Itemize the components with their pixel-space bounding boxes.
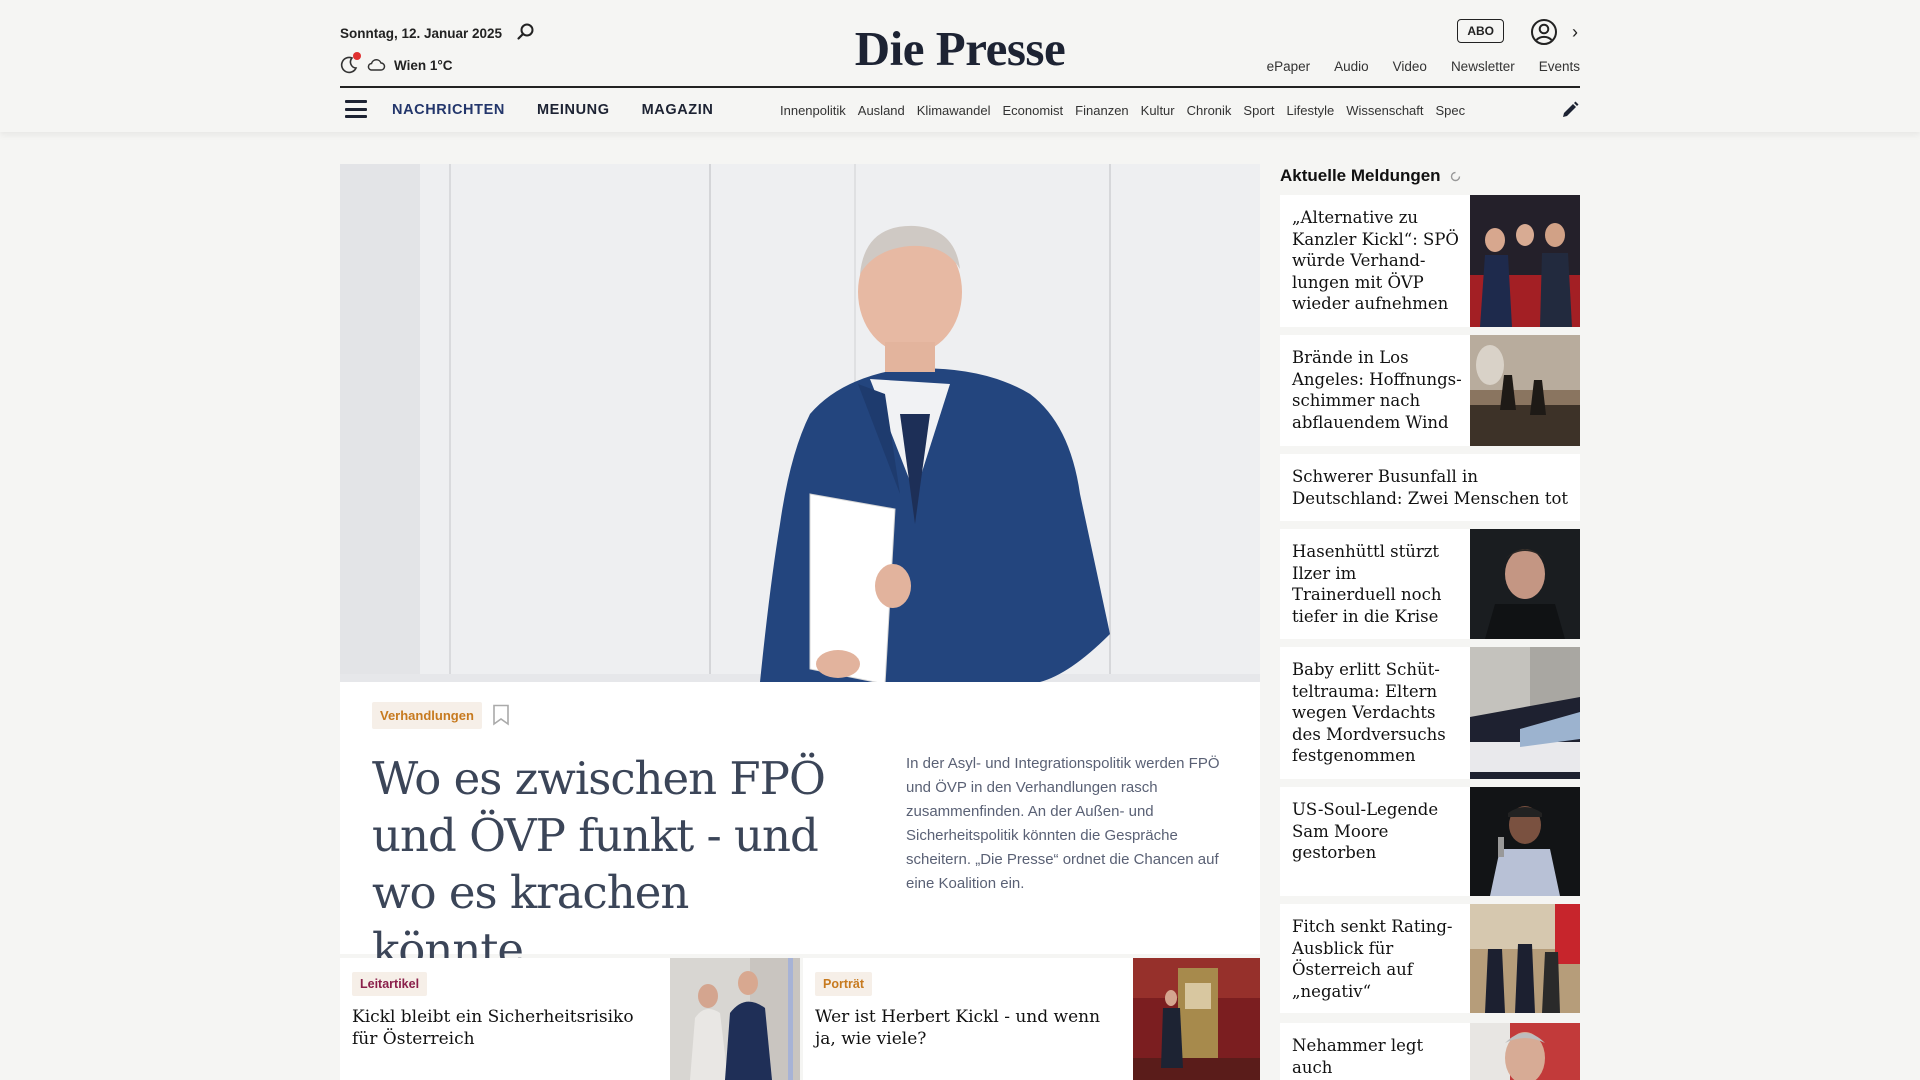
nav-lifestyle[interactable]: Lifestyle	[1287, 103, 1335, 118]
news-headline[interactable]: Schwerer Busunfall in Deutschland: Zwei …	[1292, 466, 1572, 509]
link-epaper[interactable]: ePaper	[1267, 59, 1311, 74]
latest-news-heading: Aktuelle Meldungen	[1280, 166, 1462, 186]
nav-klimawandel[interactable]: Klimawandel	[917, 103, 991, 118]
link-newsletter[interactable]: Newsletter	[1451, 59, 1515, 74]
top-links: ePaper Audio Video Newsletter Events	[1267, 59, 1580, 74]
nav-fade-overlay	[1500, 96, 1540, 126]
card-thumbnail[interactable]	[1133, 958, 1260, 1080]
nav-ausland[interactable]: Ausland	[858, 103, 905, 118]
nav-magazin[interactable]: MAGAZIN	[642, 102, 714, 118]
nav-kultur[interactable]: Kultur	[1141, 103, 1175, 118]
card-category-tag[interactable]: Porträt	[815, 972, 872, 996]
nav-nachrichten[interactable]: NACHRICHTEN	[392, 102, 505, 118]
latest-news-title: Aktuelle Meldungen	[1280, 166, 1441, 185]
list-item[interactable]: Nehammer legt auch Nationalratsmandat	[1280, 1023, 1580, 1080]
card-title[interactable]: Kickl bleibt ein Sicherheitsrisiko für Ö…	[352, 1006, 652, 1050]
news-thumbnail[interactable]	[1470, 904, 1580, 1013]
header-divider	[340, 86, 1580, 88]
news-headline[interactable]: Fitch senkt Rating-Ausblick für Österrei…	[1292, 916, 1462, 1002]
list-item[interactable]: „Alternative zu Kanzler Kickl“: SPÖ würd…	[1280, 195, 1580, 327]
section-navigation: Innenpolitik Ausland Klimawandel Economi…	[780, 103, 1538, 118]
list-item[interactable]: US-Soul-Legende Sam Moore gestorben	[1280, 787, 1580, 896]
hero-headline[interactable]: Wo es zwischen FPÖ und ÖVP funkt - und w…	[372, 750, 842, 978]
chevron-right-icon[interactable]: ›	[1572, 22, 1578, 43]
site-header: Sonntag, 12. Januar 2025 Wien 1°C Die Pr…	[0, 0, 1920, 132]
link-events[interactable]: Events	[1539, 59, 1580, 74]
news-thumbnail[interactable]	[1470, 1023, 1580, 1080]
link-video[interactable]: Video	[1393, 59, 1427, 74]
link-audio[interactable]: Audio	[1334, 59, 1369, 74]
nav-chronik[interactable]: Chronik	[1187, 103, 1232, 118]
news-headline[interactable]: Brände in Los Angeles: Hoffnungs-schimme…	[1292, 347, 1462, 433]
list-item[interactable]: Schwerer Busunfall in Deutschland: Zwei …	[1280, 454, 1580, 521]
pencil-edit-icon[interactable]	[1560, 100, 1580, 120]
hero-category-tag[interactable]: Verhandlungen	[372, 702, 482, 729]
hamburger-menu-icon[interactable]	[345, 100, 367, 118]
card-category-tag[interactable]: Leitartikel	[352, 972, 428, 996]
hero-photo[interactable]	[340, 164, 1260, 682]
news-thumbnail[interactable]	[1470, 647, 1580, 779]
news-headline[interactable]: Hasenhüttl stürzt Ilzer im Trainerduell …	[1292, 541, 1462, 627]
nav-innenpolitik[interactable]: Innenpolitik	[780, 103, 846, 118]
hero-article[interactable]: Verhandlungen Wo es zwischen FPÖ und ÖVP…	[340, 164, 1260, 976]
refresh-icon[interactable]	[1449, 170, 1462, 183]
card-title[interactable]: Wer ist Herbert Kickl - und wenn ja, wie…	[815, 1006, 1115, 1050]
list-item[interactable]: Fitch senkt Rating-Ausblick für Österrei…	[1280, 904, 1580, 1013]
nav-spec[interactable]: Spec	[1436, 103, 1466, 118]
news-headline[interactable]: Baby erlitt Schüt-teltrauma: Eltern wege…	[1292, 659, 1462, 767]
hero-body: Verhandlungen Wo es zwischen FPÖ und ÖVP…	[340, 682, 1260, 976]
article-card-portraet[interactable]: Porträt Wer ist Herbert Kickl - und wenn…	[803, 958, 1260, 1080]
list-item[interactable]: Brände in Los Angeles: Hoffnungs-schimme…	[1280, 335, 1580, 446]
news-thumbnail[interactable]	[1470, 335, 1580, 446]
list-item[interactable]: Baby erlitt Schüt-teltrauma: Eltern wege…	[1280, 647, 1580, 779]
main-navigation: NACHRICHTEN MEINUNG MAGAZIN	[392, 102, 713, 118]
news-thumbnail[interactable]	[1470, 195, 1580, 327]
news-headline[interactable]: Nehammer legt auch Nationalratsmandat	[1292, 1035, 1462, 1080]
header-inner: Sonntag, 12. Januar 2025 Wien 1°C Die Pr…	[340, 0, 1580, 132]
news-thumbnail[interactable]	[1470, 787, 1580, 896]
nav-meinung[interactable]: MEINUNG	[537, 102, 610, 118]
nav-wissenschaft[interactable]: Wissenschaft	[1346, 103, 1423, 118]
user-account-icon[interactable]	[1530, 18, 1558, 46]
news-headline[interactable]: US-Soul-Legende Sam Moore gestorben	[1292, 799, 1462, 864]
news-thumbnail[interactable]	[1470, 529, 1580, 639]
nav-economist[interactable]: Economist	[1002, 103, 1063, 118]
hero-teaser: In der Asyl- und Integrationspolitik wer…	[906, 755, 1220, 892]
list-item[interactable]: Hasenhüttl stürzt Ilzer im Trainerduell …	[1280, 529, 1580, 639]
nav-finanzen[interactable]: Finanzen	[1075, 103, 1128, 118]
card-thumbnail[interactable]	[670, 958, 800, 1080]
bookmark-icon[interactable]	[492, 704, 510, 726]
news-headline[interactable]: „Alternative zu Kanzler Kickl“: SPÖ würd…	[1292, 207, 1462, 315]
abo-button[interactable]: ABO	[1457, 19, 1504, 43]
article-card-leitartikel[interactable]: Leitartikel Kickl bleibt ein Sicherheits…	[340, 958, 800, 1080]
nav-sport[interactable]: Sport	[1243, 103, 1274, 118]
